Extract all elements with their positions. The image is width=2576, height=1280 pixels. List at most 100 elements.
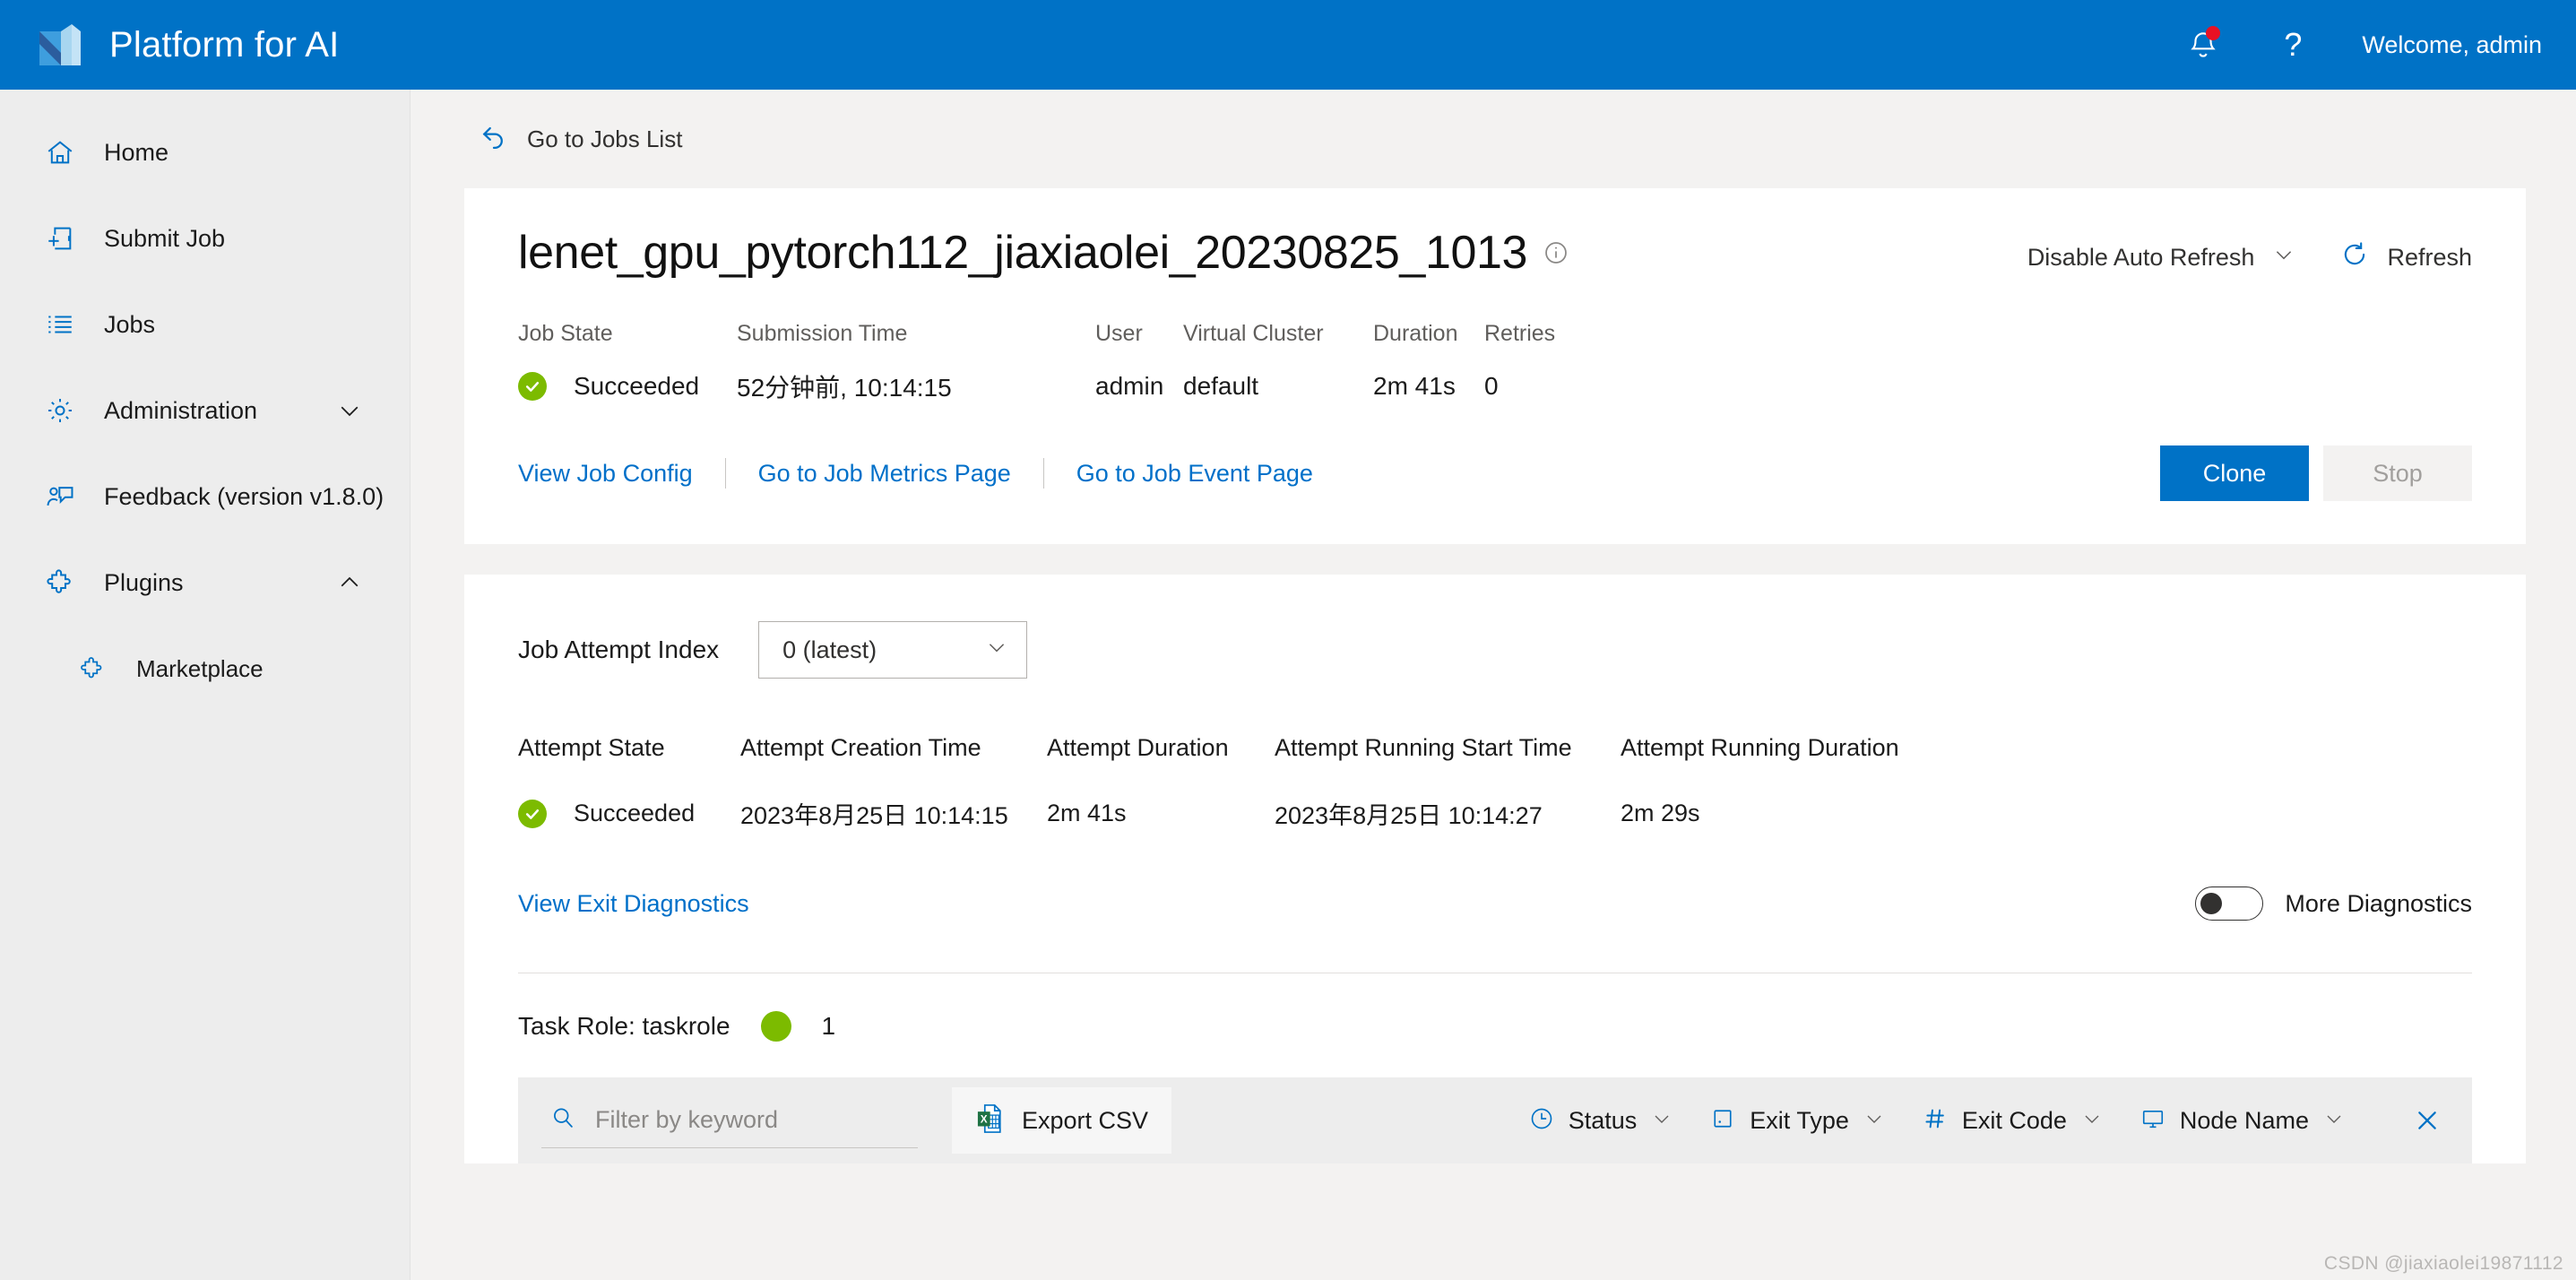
chevron-down-icon	[2323, 1108, 2345, 1134]
home-icon	[39, 137, 81, 168]
job-buttons: Clone Stop	[2160, 445, 2472, 501]
auto-refresh-dropdown[interactable]: Disable Auto Refresh	[2027, 243, 2296, 272]
app-root: Platform for AI ? Welcome, admin Home Su…	[0, 0, 2576, 1280]
toggle-knob	[2200, 893, 2223, 914]
filter-node-name[interactable]: Node Name	[2140, 1106, 2345, 1136]
filter-exit-type-label: Exit Type	[1750, 1106, 1849, 1134]
breadcrumb: Go to Jobs List	[464, 90, 2526, 188]
question-mark-icon[interactable]: ?	[2272, 24, 2313, 65]
help-glyph: ?	[2284, 26, 2303, 63]
top-bar-actions: ? Welcome, admin	[2183, 24, 2542, 65]
filter-exit-code[interactable]: Exit Code	[1923, 1106, 2103, 1136]
task-role-label: Task Role: taskrole	[518, 1012, 730, 1040]
chevron-down-icon	[985, 636, 1008, 665]
chevron-down-icon	[1651, 1108, 1673, 1134]
auto-refresh-label: Disable Auto Refresh	[2027, 244, 2255, 271]
refresh-controls: Disable Auto Refresh Refresh	[2027, 226, 2472, 275]
job-meta-values: Succeeded 52分钟前, 10:14:15 admin default …	[518, 368, 2472, 404]
welcome-label[interactable]: Welcome, admin	[2362, 31, 2542, 59]
col-header-retries: Retries	[1484, 321, 1556, 346]
info-icon[interactable]	[1543, 240, 1569, 265]
attempt-details-card: Job Attempt Index 0 (latest) Attempt Sta…	[464, 575, 2526, 1163]
more-diagnostics-toggle[interactable]	[2195, 886, 2264, 921]
gear-icon	[39, 395, 81, 426]
go-to-job-metrics-link[interactable]: Go to Job Metrics Page	[758, 460, 1011, 488]
sidebar-item-marketplace[interactable]: Marketplace	[0, 626, 410, 712]
sidebar-item-feedback[interactable]: Feedback (version v1.8.0)	[0, 454, 410, 540]
sidebar-item-submit-job[interactable]: Submit Job	[0, 195, 410, 281]
retries-value: 0	[1484, 372, 1499, 400]
clock-icon	[1529, 1106, 1554, 1136]
attempt-table: Attempt State Attempt Creation Time Atte…	[518, 734, 2472, 831]
col-header-submission-time: Submission Time	[737, 321, 908, 346]
back-arrow-icon	[479, 122, 509, 157]
puzzle-icon	[72, 655, 113, 682]
sidebar-item-home[interactable]: Home	[0, 109, 410, 195]
sidebar: Home Submit Job Jobs Administration Feed…	[0, 90, 411, 1280]
col-header-attempt-creation-time: Attempt Creation Time	[740, 734, 981, 761]
go-to-jobs-list-link[interactable]: Go to Jobs List	[479, 122, 682, 157]
page-title: lenet_gpu_pytorch112_jiaxiaolei_20230825…	[518, 226, 1569, 280]
col-header-attempt-state: Attempt State	[518, 734, 665, 761]
attempt-status-badge: Succeeded	[518, 799, 740, 828]
export-csv-label: Export CSV	[1022, 1106, 1149, 1134]
app-body: Home Submit Job Jobs Administration Feed…	[0, 90, 2576, 1280]
search-icon	[550, 1105, 575, 1135]
job-attempt-index-label: Job Attempt Index	[518, 636, 720, 663]
search-field[interactable]	[541, 1093, 918, 1148]
job-attempt-index-value: 0 (latest)	[782, 636, 877, 663]
refresh-button[interactable]: Refresh	[2340, 240, 2472, 275]
diagnostics-row: View Exit Diagnostics More Diagnostics	[518, 886, 2472, 921]
job-title-row: lenet_gpu_pytorch112_jiaxiaolei_20230825…	[518, 226, 2472, 280]
sidebar-item-administration[interactable]: Administration	[0, 368, 410, 454]
bell-icon[interactable]	[2183, 24, 2224, 65]
submit-job-icon	[39, 223, 81, 254]
sidebar-item-plugins[interactable]: Plugins	[0, 540, 410, 626]
attempt-running-start-time-value: 2023年8月25日 10:14:27	[1275, 802, 1543, 829]
sidebar-item-label: Home	[104, 138, 169, 166]
sidebar-item-label: Plugins	[104, 568, 184, 596]
refresh-label: Refresh	[2387, 244, 2472, 271]
job-title-text: lenet_gpu_pytorch112_jiaxiaolei_20230825…	[518, 227, 1528, 279]
watermark: CSDN @jiaxiaolei19871112	[2323, 1253, 2563, 1274]
sidebar-item-jobs[interactable]: Jobs	[0, 281, 410, 368]
brand-title: Platform for AI	[109, 24, 340, 65]
attempt-state-value: Succeeded	[574, 800, 696, 826]
virtual-cluster-value: default	[1183, 372, 1259, 400]
col-header-duration: Duration	[1373, 321, 1458, 346]
status-badge: Succeeded	[518, 372, 737, 401]
view-job-config-link[interactable]: View Job Config	[518, 460, 693, 488]
view-exit-diagnostics-link[interactable]: View Exit Diagnostics	[518, 890, 749, 918]
filter-status[interactable]: Status	[1529, 1106, 1673, 1136]
col-header-attempt-duration: Attempt Duration	[1047, 734, 1229, 761]
divider	[1042, 458, 1044, 489]
sidebar-item-label: Administration	[104, 396, 258, 424]
clone-button[interactable]: Clone	[2160, 445, 2309, 501]
filter-exit-code-label: Exit Code	[1961, 1106, 2067, 1134]
job-summary-card: lenet_gpu_pytorch112_jiaxiaolei_20230825…	[464, 188, 2526, 544]
search-input[interactable]	[595, 1106, 918, 1134]
filter-exit-type[interactable]: Exit Type	[1710, 1106, 1885, 1136]
chevron-down-icon	[2081, 1108, 2103, 1134]
duration-value: 2m 41s	[1373, 372, 1456, 400]
job-meta-table: Job State Submission Time User Virtual C…	[518, 321, 2472, 404]
filter-status-label: Status	[1568, 1106, 1638, 1134]
brand[interactable]: Platform for AI	[36, 21, 339, 69]
export-csv-button[interactable]: X Export CSV	[952, 1087, 1172, 1154]
chevron-up-icon[interactable]	[336, 569, 363, 596]
user-value: admin	[1095, 372, 1164, 400]
more-diagnostics-control: More Diagnostics	[2195, 886, 2472, 921]
puzzle-icon	[39, 567, 81, 598]
top-bar: Platform for AI ? Welcome, admin	[0, 0, 2576, 90]
job-attempt-index-select[interactable]: 0 (latest)	[758, 621, 1028, 679]
stop-button: Stop	[2323, 445, 2472, 501]
chevron-down-icon[interactable]	[336, 397, 363, 424]
hash-icon	[1923, 1106, 1948, 1136]
content-area: Go to Jobs List lenet_gpu_pytorch112_jia…	[411, 90, 2576, 1280]
square-icon	[1710, 1106, 1735, 1136]
card-gap	[464, 544, 2526, 575]
jobs-list-icon	[39, 309, 81, 340]
more-diagnostics-label: More Diagnostics	[2285, 889, 2472, 917]
close-icon[interactable]	[2413, 1106, 2442, 1135]
go-to-job-event-link[interactable]: Go to Job Event Page	[1076, 460, 1313, 488]
